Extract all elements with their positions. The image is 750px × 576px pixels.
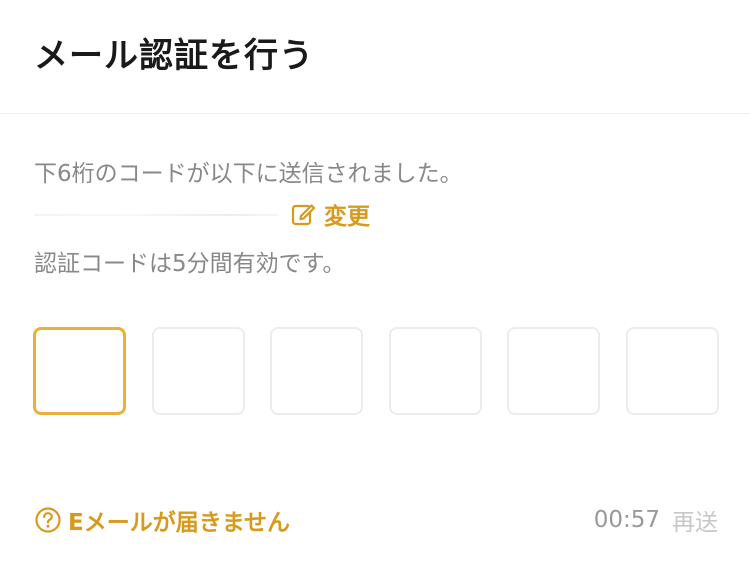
change-email-label: 変更 — [324, 204, 370, 230]
change-email-link[interactable]: 変更 — [290, 197, 370, 231]
otp-digit-5[interactable] — [507, 327, 601, 415]
page-title: メール認証を行う — [34, 36, 314, 76]
sent-message: 下6桁のコードが以下に送信されました。 — [34, 161, 463, 187]
otp-digit-2[interactable] — [151, 327, 245, 415]
question-circle-icon — [34, 506, 62, 534]
masked-email — [34, 200, 284, 228]
header: メール認証を行う — [0, 0, 750, 114]
otp-digit-1[interactable] — [33, 327, 126, 415]
email-row: 変更 — [34, 198, 370, 230]
email-not-received-link[interactable]: Eメールが届きません — [34, 505, 291, 536]
otp-digit-3[interactable] — [270, 327, 364, 415]
countdown-timer: 00:57 — [593, 507, 660, 533]
email-not-received-label: Eメールが届きません — [68, 510, 291, 536]
edit-icon — [290, 201, 316, 227]
resend-area: 00:57 再送 — [593, 503, 718, 537]
validity-message: 認証コードは5分間有効です。 — [34, 251, 346, 277]
email-verification-screen: メール認証を行う 下6桁のコードが以下に送信されました。 変更 認証コードは5分… — [0, 0, 750, 576]
otp-digit-4[interactable] — [388, 327, 482, 415]
otp-input-group — [33, 327, 719, 415]
otp-digit-6[interactable] — [625, 327, 719, 415]
resend-button[interactable]: 再送 — [672, 503, 718, 537]
